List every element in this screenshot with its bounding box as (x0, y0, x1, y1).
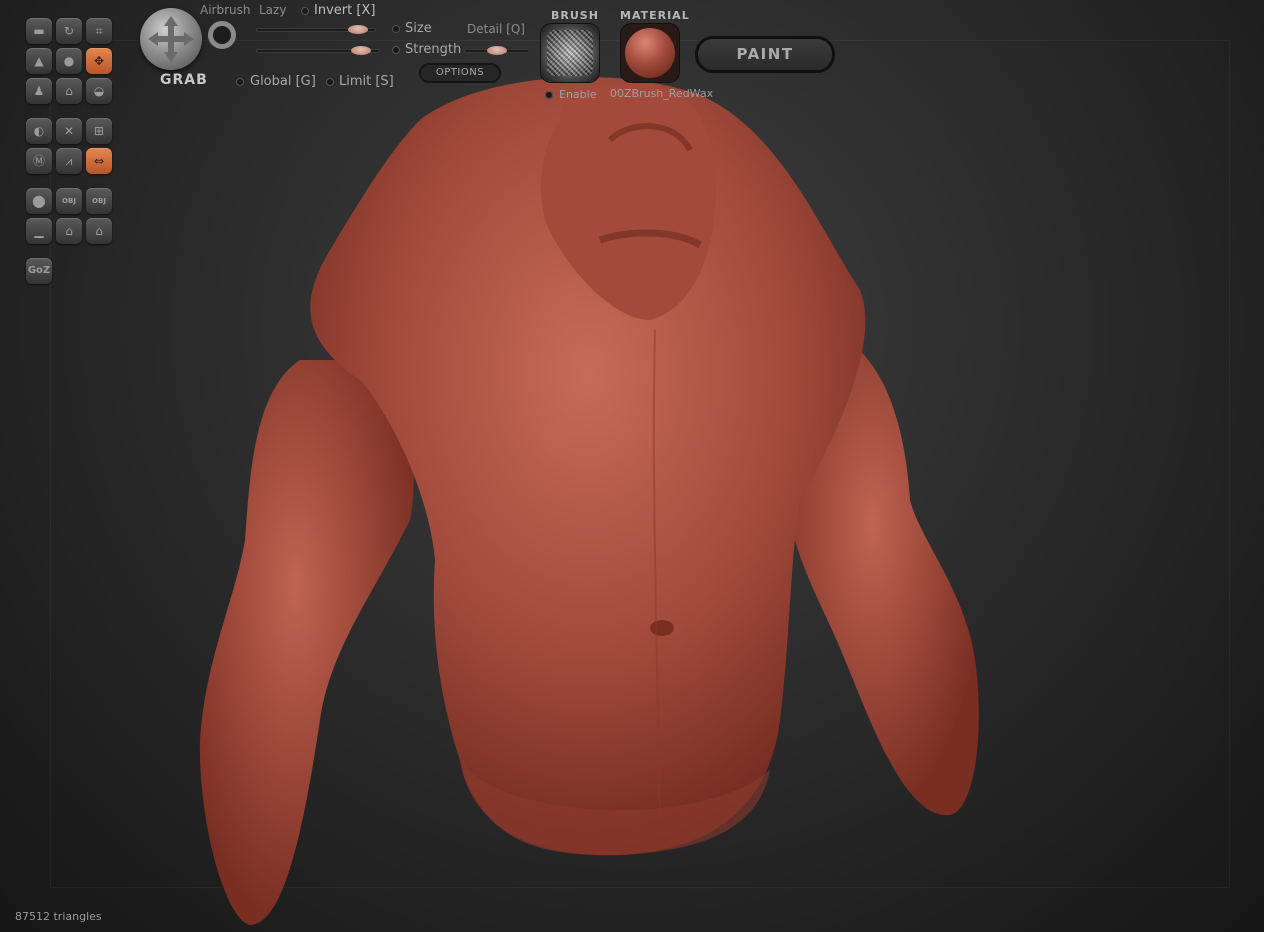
smooth-brush-icon[interactable]: ◒ (86, 78, 112, 104)
zigzag-icon[interactable]: ⩘ (56, 148, 82, 174)
airbrush-toggle[interactable]: Airbrush (200, 3, 251, 17)
goz-label: GoZ (27, 265, 51, 276)
load-icon[interactable]: ⌂ (86, 218, 112, 244)
standard-brush-icon[interactable]: ▬ (26, 18, 52, 44)
triangle-count: 87512 triangles (15, 910, 102, 923)
model-navel (650, 620, 674, 636)
limit-checkbox[interactable] (326, 78, 334, 86)
detail-slider-knob[interactable] (487, 46, 507, 55)
invert-label: Invert [X] (314, 3, 376, 18)
model-left-arm (199, 360, 414, 925)
crop-icon[interactable]: ⌗ (86, 18, 112, 44)
size-checkbox[interactable] (392, 25, 400, 33)
save-icon[interactable]: ⌂ (56, 218, 82, 244)
export-obj-label: OBJ (92, 196, 106, 205)
symmetry-icon[interactable]: ◐ (26, 118, 52, 144)
grid-icon[interactable]: ⊞ (86, 118, 112, 144)
export-obj-icon[interactable]: OBJ (86, 188, 112, 214)
mirror-arrows-icon[interactable]: ⇔ (86, 148, 112, 174)
material-title: MATERIAL (620, 9, 690, 22)
enable-checkbox[interactable] (545, 91, 553, 99)
material-name: 00ZBrush_RedWax (610, 87, 714, 100)
strength-checkbox[interactable] (392, 46, 400, 54)
inflate-brush-icon[interactable]: ▲ (26, 48, 52, 74)
strength-label: Strength (405, 42, 462, 57)
mask-icon[interactable]: ✕ (56, 118, 82, 144)
enable-label: Enable (559, 88, 597, 101)
rotate-icon[interactable]: ↻ (56, 18, 82, 44)
plane-icon[interactable]: ▁ (26, 218, 52, 244)
options-button[interactable]: OPTIONS (419, 63, 501, 83)
import-obj-label: OBJ (62, 196, 76, 205)
brush-alpha-noise (547, 30, 593, 76)
invert-checkbox[interactable] (301, 7, 309, 15)
pinch-brush-icon[interactable]: ♟ (26, 78, 52, 104)
global-label: Global [G] (250, 74, 316, 89)
stroke-ring-icon[interactable] (208, 21, 236, 49)
brush-alpha-thumbnail[interactable] (541, 24, 599, 82)
tool-name: GRAB (160, 72, 208, 88)
lazy-toggle[interactable]: Lazy (259, 3, 286, 17)
grab-tool-icon[interactable] (140, 8, 202, 70)
paint-button[interactable]: PAINT (695, 36, 835, 73)
size-label: Size (405, 21, 432, 36)
m-icon[interactable]: Ⓜ (26, 148, 52, 174)
detail-label: Detail [Q] (467, 22, 525, 36)
limit-label: Limit [S] (339, 74, 394, 89)
grab-move-icon[interactable]: ✥ (86, 48, 112, 74)
brush-title: BRUSH (551, 9, 599, 22)
material-thumbnail[interactable] (621, 24, 679, 82)
material-sphere-icon (625, 28, 675, 78)
flatten-brush-icon[interactable]: ⌂ (56, 78, 82, 104)
sculpt-viewport[interactable] (0, 0, 1264, 932)
sphere-icon[interactable]: ⬤ (26, 188, 52, 214)
clay-brush-icon[interactable]: ● (56, 48, 82, 74)
import-obj-icon[interactable]: OBJ (56, 188, 82, 214)
size-slider-knob[interactable] (348, 25, 368, 34)
global-checkbox[interactable] (236, 78, 244, 86)
goz-icon[interactable]: GoZ (26, 258, 52, 284)
